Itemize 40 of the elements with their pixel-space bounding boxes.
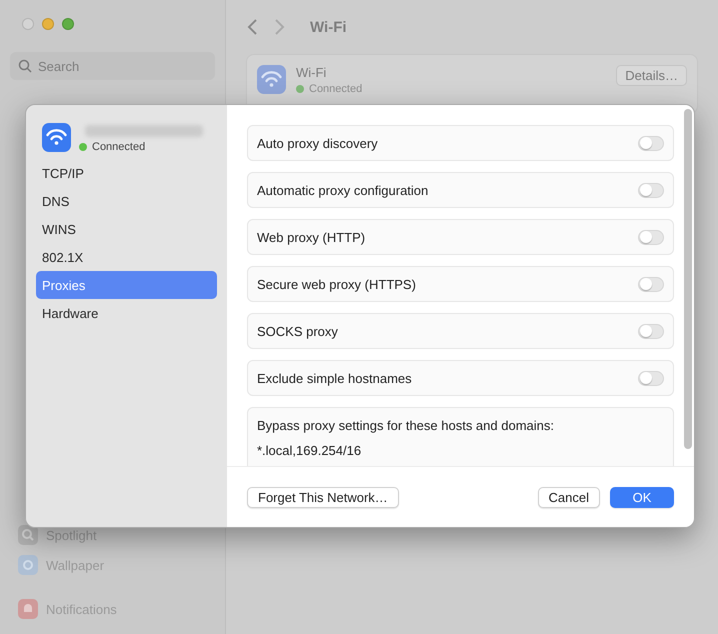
minimize-button[interactable] bbox=[42, 18, 54, 30]
status-text: Connected bbox=[92, 141, 146, 153]
sidebar-tab[interactable]: 802.1X bbox=[36, 243, 217, 271]
forget-network-button[interactable]: Forget This Network… bbox=[247, 486, 399, 508]
toggle-switch[interactable] bbox=[638, 230, 664, 244]
option-label: Secure web proxy (HTTPS) bbox=[257, 276, 416, 292]
scrollbar[interactable] bbox=[684, 109, 692, 449]
network-name: Wi-Fi bbox=[296, 65, 328, 80]
toggle-switch[interactable] bbox=[638, 276, 664, 292]
toggle-switch[interactable] bbox=[638, 324, 664, 338]
bell-icon bbox=[18, 599, 38, 619]
option-label: Web proxy (HTTP) bbox=[257, 230, 366, 244]
sidebar-tab[interactable]: TCP/IP bbox=[36, 159, 217, 187]
option-label: Auto proxy discovery bbox=[257, 136, 378, 150]
sidebar-tab[interactable]: DNS bbox=[36, 187, 217, 215]
bypass-field[interactable]: *.local,169.254/16 bbox=[257, 443, 557, 458]
back-icon[interactable] bbox=[246, 18, 258, 36]
sidebar-tab[interactable]: WINS bbox=[36, 215, 217, 243]
option-label: SOCKS proxy bbox=[257, 324, 338, 338]
zoom-button[interactable] bbox=[62, 18, 74, 30]
cancel-button[interactable]: Cancel bbox=[538, 486, 600, 508]
flower-icon bbox=[18, 555, 38, 575]
page-title: Wi-Fi bbox=[310, 18, 347, 36]
wifi-icon bbox=[42, 123, 71, 152]
status-text: Connected bbox=[309, 83, 362, 95]
close-button[interactable] bbox=[22, 18, 34, 30]
search-field[interactable]: Search bbox=[10, 52, 215, 80]
toggle-switch[interactable] bbox=[638, 136, 664, 150]
sidebar-tab[interactable]: Hardware bbox=[36, 299, 217, 327]
option-label: Exclude simple hostnames bbox=[257, 370, 412, 386]
wifi-icon bbox=[257, 65, 286, 94]
search-icon bbox=[18, 59, 32, 73]
status-dot bbox=[79, 143, 87, 151]
status-dot bbox=[296, 85, 304, 93]
bypass-label: Bypass proxy settings for these hosts and domains: bbox=[257, 418, 555, 433]
option-label: Automatic proxy configuration bbox=[257, 182, 428, 198]
ok-button[interactable]: OK bbox=[610, 486, 674, 508]
toggle-switch[interactable] bbox=[638, 370, 664, 386]
forward-icon[interactable] bbox=[274, 18, 286, 36]
toggle-switch[interactable] bbox=[638, 182, 664, 198]
